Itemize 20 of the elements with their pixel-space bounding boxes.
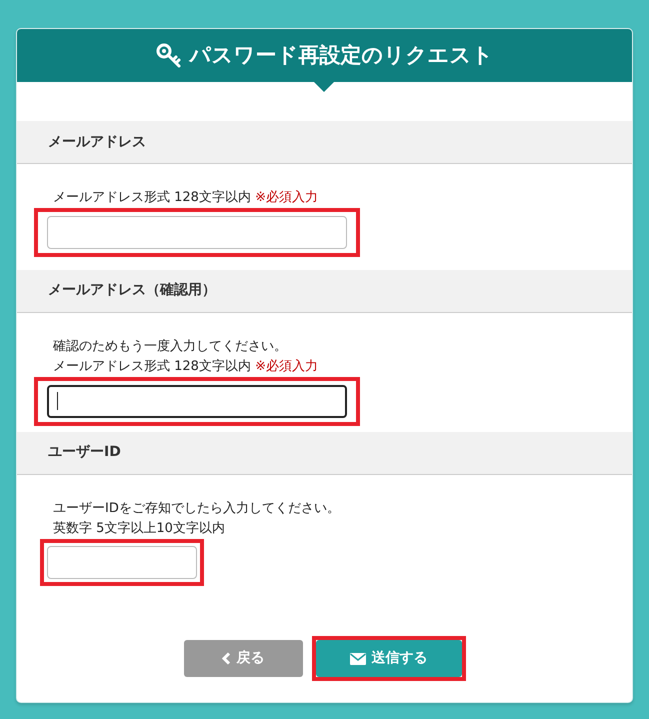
input-field[interactable] bbox=[47, 546, 197, 578]
submit-button[interactable]: 送信する bbox=[316, 640, 462, 677]
hint-text: メールアドレス形式 128文字以内 bbox=[53, 190, 251, 205]
key-icon bbox=[156, 42, 182, 68]
hint-text: メールアドレス形式 128文字以内 bbox=[53, 358, 251, 374]
chevron-left-icon bbox=[222, 652, 230, 665]
page-title: パスワード再設定のリクエスト bbox=[190, 42, 494, 69]
input-field[interactable] bbox=[47, 384, 347, 418]
input-field[interactable] bbox=[47, 216, 347, 249]
section-header: ユーザーID bbox=[17, 432, 632, 474]
envelope-icon bbox=[350, 652, 366, 664]
hint-text: 確認のためもう一度入力してください。 bbox=[53, 338, 287, 354]
section-header: メールアドレス bbox=[17, 121, 632, 164]
section-header: メールアドレス（確認用） bbox=[17, 270, 632, 312]
hint-text: ユーザーIDをご存知でしたら入力してください。 bbox=[53, 500, 340, 516]
text-cursor bbox=[57, 392, 58, 410]
required-note: ※必須入力 bbox=[255, 190, 318, 205]
back-button[interactable]: 戻る bbox=[184, 640, 302, 677]
required-note: ※必須入力 bbox=[255, 358, 318, 374]
hint-text: 英数字 5文字以上10文字以内 bbox=[53, 520, 225, 536]
